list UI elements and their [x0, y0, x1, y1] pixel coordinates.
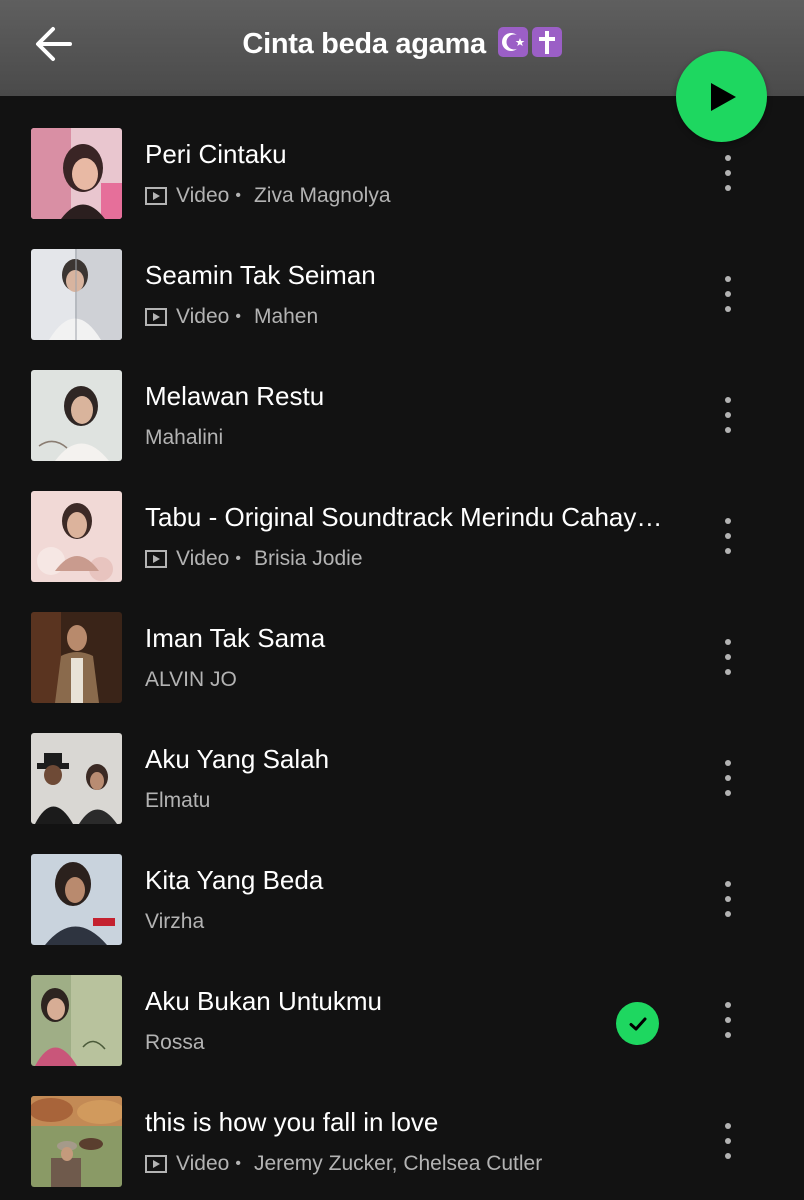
track-meta: Mahalini — [145, 424, 223, 452]
album-art — [31, 854, 122, 945]
track-artist: Elmatu — [145, 789, 211, 812]
track-title: Kita Yang Beda — [145, 865, 324, 895]
video-icon — [145, 550, 167, 568]
track-meta: Video • Brisia Jodie — [145, 545, 363, 573]
track-artist: Ziva Magnolya — [253, 184, 391, 207]
more-options-icon[interactable] — [712, 874, 744, 924]
album-art — [31, 249, 122, 340]
track-row[interactable]: Aku Yang Salah Elmatu — [0, 701, 804, 824]
more-options-icon[interactable] — [712, 148, 744, 198]
playlist-title: Cinta beda agama — [242, 28, 486, 60]
track-row[interactable]: Aku Bukan Untukmu Rossa — [0, 943, 804, 1066]
track-meta: ALVIN JO — [145, 666, 237, 694]
separator-dot: • — [235, 187, 241, 204]
more-options-icon[interactable] — [712, 632, 744, 682]
album-art — [31, 491, 122, 582]
track-artist: Jeremy Zucker, Chelsea Cutler — [253, 1152, 543, 1175]
track-meta: Video • Jeremy Zucker, Chelsea Cutler — [145, 1150, 542, 1178]
video-label: Video — [176, 184, 230, 207]
track-title: Aku Bukan Untukmu — [145, 986, 383, 1016]
track-meta: Elmatu — [145, 787, 210, 815]
track-meta: Video • Ziva Magnolya — [145, 182, 391, 210]
track-title: Peri Cintaku — [145, 139, 287, 169]
track-artist: ALVIN JO — [145, 668, 237, 691]
track-artist: Mahen — [253, 305, 319, 328]
video-label: Video — [176, 305, 230, 328]
video-icon — [145, 308, 167, 326]
more-options-icon[interactable] — [712, 1116, 744, 1166]
more-options-icon[interactable] — [712, 511, 744, 561]
track-row[interactable]: this is how you fall in love Video • Jer… — [0, 1064, 804, 1187]
star-and-crescent-icon — [497, 27, 528, 57]
track-meta: Rossa — [145, 1029, 205, 1057]
saved-check-icon[interactable] — [616, 1002, 659, 1045]
separator-dot: • — [235, 550, 241, 567]
album-art — [31, 612, 122, 703]
track-title: this is how you fall in love — [145, 1107, 439, 1137]
album-art — [31, 733, 122, 824]
more-options-icon[interactable] — [712, 753, 744, 803]
track-artist: Mahalini — [145, 426, 224, 449]
track-row[interactable]: Seamin Tak Seiman Video • Mahen — [0, 217, 804, 340]
track-title: Aku Yang Salah — [145, 744, 330, 774]
page-title: Cinta beda agama — [0, 20, 804, 68]
album-art — [31, 975, 122, 1066]
track-row[interactable]: Peri Cintaku Video • Ziva Magnolya — [0, 96, 804, 219]
track-row[interactable]: Tabu - Original Soundtrack Merindu Cahay… — [0, 459, 804, 582]
latin-cross-icon — [531, 27, 562, 57]
video-label: Video — [176, 547, 230, 570]
more-options-icon[interactable] — [712, 390, 744, 440]
track-title: Seamin Tak Seiman — [145, 260, 376, 290]
separator-dot: • — [235, 308, 241, 325]
track-row[interactable]: Iman Tak Sama ALVIN JO — [0, 580, 804, 703]
track-title: Melawan Restu — [145, 381, 325, 411]
track-title: Tabu - Original Soundtrack Merindu Cahay… — [145, 502, 665, 532]
video-label: Video — [176, 1152, 230, 1175]
album-art — [31, 370, 122, 461]
track-row[interactable]: Kita Yang Beda Virzha — [0, 822, 804, 945]
track-title: Iman Tak Sama — [145, 623, 326, 653]
album-art — [31, 1096, 122, 1187]
separator-dot: • — [235, 1155, 241, 1172]
track-artist: Rossa — [145, 1031, 205, 1054]
track-meta: Virzha — [145, 908, 204, 936]
more-options-icon[interactable] — [712, 995, 744, 1045]
video-icon — [145, 1155, 167, 1173]
album-art — [31, 128, 122, 219]
track-artist: Virzha — [145, 910, 205, 933]
more-options-icon[interactable] — [712, 269, 744, 319]
track-row[interactable]: Melawan Restu Mahalini — [0, 338, 804, 461]
track-artist: Brisia Jodie — [253, 547, 363, 570]
track-meta: Video • Mahen — [145, 303, 318, 331]
video-icon — [145, 187, 167, 205]
